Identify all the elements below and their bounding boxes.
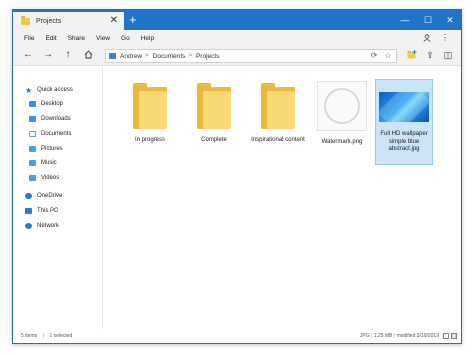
title-bar: Projects ✕ + — ☐ ✕ bbox=[13, 10, 461, 30]
share-icon[interactable]: ⇪ bbox=[423, 48, 437, 62]
person-icon[interactable] bbox=[423, 30, 431, 46]
videos-icon bbox=[29, 175, 36, 181]
menu-view[interactable]: View bbox=[96, 35, 110, 42]
sidebar-item-desktop[interactable]: Desktop bbox=[29, 99, 63, 109]
sidebar-item-label: Downloads bbox=[41, 116, 71, 122]
file-list: In progress Complete Inspirational conte… bbox=[103, 67, 461, 329]
new-folder-icon[interactable] bbox=[405, 48, 419, 62]
breadcrumb-projects[interactable]: Projects bbox=[196, 53, 219, 60]
explorer-window: Projects ✕ + — ☐ ✕ File Edit Share View … bbox=[12, 9, 462, 344]
folder-icon bbox=[261, 83, 295, 129]
status-file-size: 1.25 MB bbox=[373, 333, 393, 339]
chevron-right-icon: > bbox=[188, 53, 192, 59]
status-file-type: JPG bbox=[359, 333, 370, 339]
sidebar-item-label: Videos bbox=[41, 175, 60, 181]
details-view-icon[interactable] bbox=[443, 333, 449, 339]
navigation-pane: ★ Quick access Desktop Downloads Documen… bbox=[13, 67, 102, 329]
location-icon bbox=[109, 53, 116, 59]
large-icons-view-icon[interactable] bbox=[451, 333, 457, 339]
arrow-up-icon[interactable]: ↑ bbox=[61, 48, 75, 62]
new-tab-button[interactable]: + bbox=[129, 11, 137, 29]
status-file-info: JPG | 1.25 MB | modified 3/10/2019 bbox=[359, 333, 439, 339]
status-modified: modified 3/10/2019 bbox=[396, 333, 439, 339]
refresh-icon[interactable]: ⟳ bbox=[368, 50, 380, 62]
breadcrumb-andrew[interactable]: Andrew bbox=[120, 53, 142, 60]
sidebar-item-label: Network bbox=[37, 223, 60, 229]
file-item-folder-inspirational-content[interactable]: Inspirational content bbox=[249, 79, 307, 165]
file-name: Complete bbox=[201, 137, 227, 143]
watermark-graphic bbox=[324, 88, 360, 124]
sidebar-item-network[interactable]: Network bbox=[25, 221, 59, 231]
download-icon bbox=[29, 116, 36, 122]
tab-title: Projects bbox=[36, 17, 62, 25]
sidebar-item-pictures[interactable]: Pictures bbox=[29, 144, 63, 154]
desktop-icon bbox=[29, 101, 36, 107]
folder-icon bbox=[197, 83, 231, 129]
file-name: Watermark.png bbox=[321, 139, 363, 145]
status-bar: 5 items | 1 selected JPG | 1.25 MB | mod… bbox=[13, 329, 461, 343]
address-bar[interactable]: Andrew > Documents > Projects ⟳ ☆ bbox=[105, 49, 397, 63]
menu-edit[interactable]: Edit bbox=[45, 35, 56, 42]
cloud-icon bbox=[25, 193, 32, 199]
home-icon[interactable] bbox=[81, 48, 95, 62]
sidebar-item-label: Desktop bbox=[41, 101, 64, 107]
maximize-button[interactable]: ☐ bbox=[416, 10, 440, 30]
sidebar-item-quick-access[interactable]: ★ Quick access bbox=[25, 85, 73, 95]
image-thumbnail bbox=[379, 92, 429, 122]
tab-close-icon[interactable]: ✕ bbox=[110, 15, 118, 26]
breadcrumb-documents[interactable]: Documents bbox=[153, 53, 186, 60]
sidebar-item-label: OneDrive bbox=[37, 193, 63, 199]
sidebar-item-label: This PC bbox=[37, 208, 59, 214]
sidebar-item-documents[interactable]: Documents bbox=[29, 129, 71, 139]
sidebar-item-this-pc[interactable]: This PC bbox=[25, 206, 58, 216]
computer-icon bbox=[25, 208, 32, 214]
status-divider: | bbox=[43, 333, 45, 339]
file-name: Full HD wallpaper simple blue abstract.j… bbox=[380, 131, 428, 152]
file-item-folder-complete[interactable]: Complete bbox=[185, 79, 243, 165]
file-item-watermark-png[interactable]: Watermark.png bbox=[313, 79, 371, 165]
sidebar-item-label: Quick access bbox=[37, 87, 73, 93]
menu-go[interactable]: Go bbox=[121, 35, 130, 42]
sidebar-item-downloads[interactable]: Downloads bbox=[29, 114, 71, 124]
star-icon[interactable]: ☆ bbox=[382, 50, 394, 62]
menu-help[interactable]: Help bbox=[141, 35, 154, 42]
file-item-wallpaper-jpg[interactable]: Full HD wallpaper simple blue abstract.j… bbox=[375, 79, 433, 165]
more-icon[interactable]: ⋮ bbox=[441, 30, 449, 46]
menu-file[interactable]: File bbox=[24, 35, 34, 42]
pictures-icon bbox=[29, 146, 36, 152]
file-item-folder-in-progress[interactable]: In progress bbox=[121, 79, 179, 165]
close-button[interactable]: ✕ bbox=[438, 10, 462, 30]
sidebar-item-videos[interactable]: Videos bbox=[29, 173, 59, 183]
sidebar-item-label: Documents bbox=[41, 131, 72, 137]
sidebar-item-onedrive[interactable]: OneDrive bbox=[25, 191, 62, 201]
chevron-right-icon: > bbox=[145, 53, 149, 59]
file-name: In progress bbox=[134, 137, 165, 143]
image-thumbnail bbox=[317, 81, 367, 131]
file-name: Inspirational content bbox=[251, 137, 305, 143]
status-item-count: 5 items bbox=[21, 333, 38, 339]
menu-bar: File Edit Share View Go Help ⋮ bbox=[13, 30, 461, 46]
split-view-icon[interactable]: ◫ bbox=[441, 48, 455, 62]
folder-icon bbox=[21, 15, 30, 25]
sidebar-item-label: Pictures bbox=[41, 146, 63, 152]
tab-projects[interactable]: Projects ✕ bbox=[13, 12, 124, 30]
arrow-right-icon[interactable]: → bbox=[41, 48, 55, 62]
sidebar-item-label: Music bbox=[41, 160, 57, 166]
minimize-button[interactable]: — bbox=[393, 10, 417, 30]
sidebar-item-music[interactable]: Music bbox=[29, 158, 57, 168]
arrow-left-icon[interactable]: ← bbox=[21, 48, 35, 62]
music-icon bbox=[29, 160, 36, 166]
address-row: ← → ↑ Andrew > Documents > Projects ⟳ ☆ … bbox=[13, 46, 461, 66]
status-selected-count: 1 selected bbox=[49, 333, 73, 339]
documents-icon bbox=[29, 131, 36, 137]
menu-share[interactable]: Share bbox=[68, 35, 85, 42]
star-icon: ★ bbox=[25, 85, 33, 95]
network-icon bbox=[25, 223, 32, 229]
folder-icon bbox=[133, 83, 167, 129]
